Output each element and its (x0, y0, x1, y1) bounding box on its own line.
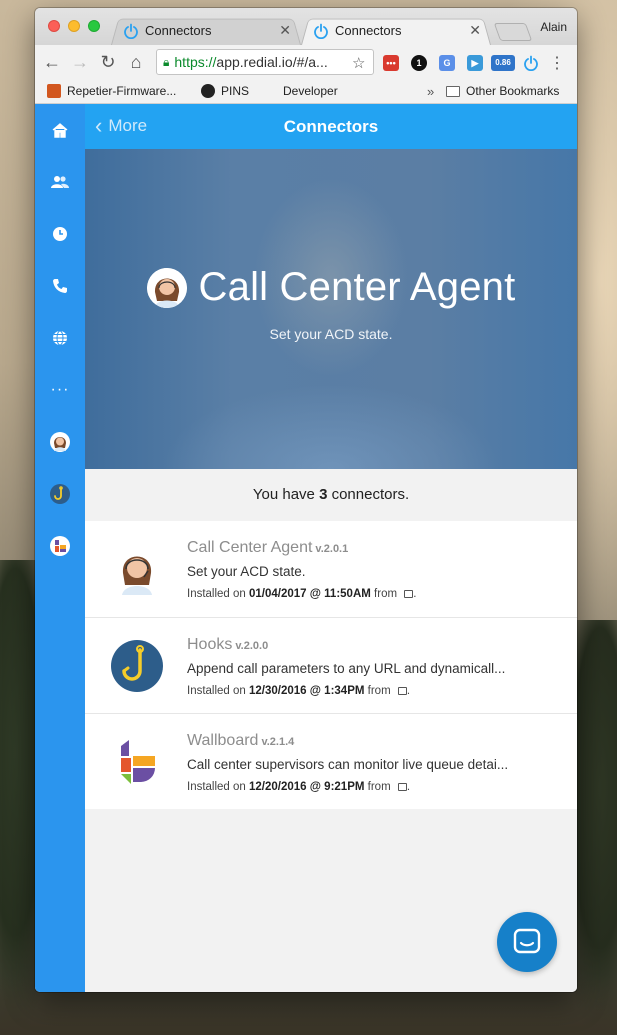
list-item[interactable]: Hooks v.2.0.0 Append call parameters to a… (85, 617, 577, 713)
app-content: ··· ‹ More Connectors Call Center Agent (35, 104, 577, 992)
extension-1password-icon[interactable]: 1 (411, 55, 427, 71)
agent-avatar-icon (122, 556, 152, 595)
store-bag-icon (397, 687, 407, 695)
sidebar-item-agent[interactable] (50, 432, 70, 452)
connector-version: v.2.0.1 (315, 543, 349, 555)
close-tab-icon[interactable]: ✕ (279, 22, 291, 39)
extension-lastpass-icon[interactable]: ••• (383, 55, 399, 71)
sidebar-item-hooks[interactable] (50, 484, 70, 504)
bookmark-developer[interactable]: Developer (263, 84, 338, 98)
more-icon: ··· (50, 381, 70, 398)
zoom-window-button[interactable] (88, 20, 100, 32)
sidebar-item-more[interactable]: ··· (50, 380, 70, 400)
close-tab-icon[interactable]: ✕ (469, 22, 481, 39)
connector-list: Call Center Agent v.2.0.1 Set your ACD st… (85, 521, 577, 809)
repetier-icon (47, 84, 61, 98)
connector-installed: Installed on 01/04/2017 @ 11:50AM from . (187, 588, 417, 600)
connector-version: v.2.1.4 (261, 736, 295, 748)
hero-title: Call Center Agent (198, 265, 516, 309)
store-bag-icon (404, 590, 414, 598)
power-icon (314, 23, 328, 39)
lock-icon: 🔒︎ (163, 54, 170, 69)
phone-icon (53, 279, 67, 293)
hooks-icon (111, 640, 163, 692)
home-icon (52, 123, 68, 138)
globe-icon (53, 330, 67, 346)
extension-power-icon[interactable] (523, 55, 539, 72)
close-window-button[interactable] (48, 20, 60, 32)
connector-description: Call center supervisors can monitor live… (187, 757, 509, 772)
browser-window: Connectors ✕ Connectors ✕ Alain ← → ↻ ⌂ … (35, 8, 577, 992)
bookmarks-bar: Repetier-Firmware... PINS Developer » Ot… (35, 78, 577, 104)
bookmarks-overflow-icon[interactable]: » (427, 84, 434, 99)
hero-subtitle: Set your ACD state. (269, 326, 393, 342)
extension-translate-icon[interactable]: G (439, 55, 455, 71)
hero-banner: Call Center Agent Set your ACD state. (85, 149, 577, 469)
connector-name: Call Center Agent v.2.0.1 (187, 539, 349, 556)
github-icon (201, 84, 215, 98)
browser-tab-1[interactable]: Connectors ✕ (111, 16, 301, 45)
clock-icon (53, 227, 67, 241)
connector-description: Set your ACD state. (187, 564, 306, 579)
connector-description: Append call parameters to any URL and dy… (187, 661, 506, 676)
connector-version: v.2.0.0 (235, 640, 269, 652)
sidebar: ··· (35, 104, 85, 992)
connector-name: Wallboard v.2.1.4 (187, 732, 295, 749)
reload-icon[interactable]: ↻ (97, 51, 119, 73)
tab-title: Connectors (145, 23, 212, 38)
back-arrow-icon[interactable]: ← (41, 51, 63, 73)
connector-installed: Installed on 12/30/2016 @ 1:34PM from . (187, 685, 411, 697)
browser-menu-icon[interactable]: ⋮ (549, 53, 565, 73)
folder-icon (446, 85, 460, 97)
new-tab-button[interactable] (493, 23, 533, 41)
sidebar-item-contacts[interactable] (50, 172, 70, 192)
bookmark-other[interactable]: Other Bookmarks (446, 84, 559, 98)
home-icon[interactable]: ⌂ (125, 51, 147, 73)
list-item[interactable]: Wallboard v.2.1.4 Call center supervisors… (85, 713, 577, 809)
sidebar-item-phone[interactable] (50, 276, 70, 296)
connector-name: Hooks v.2.0.0 (187, 636, 269, 653)
tab-title: Connectors (335, 23, 402, 38)
app-topbar: ‹ More Connectors (85, 104, 577, 149)
connector-count: You have 3 connectors. (85, 469, 577, 521)
sidebar-item-web[interactable] (50, 328, 70, 348)
address-bar[interactable]: 🔒︎ https://app.redial.io/#/a... (156, 49, 374, 75)
forward-arrow-icon[interactable]: → (69, 51, 91, 73)
hero-title-row: Call Center Agent (85, 265, 577, 310)
agent-avatar-icon (146, 267, 187, 308)
wallboard-icon (50, 536, 70, 556)
sidebar-item-wallboard[interactable] (50, 536, 70, 556)
page-title: Connectors (283, 117, 379, 136)
tab-strip: Connectors ✕ Connectors ✕ Alain (35, 8, 577, 45)
browser-toolbar: ← → ↻ ⌂ 🔒︎ https://app.redial.io/#/a... … (35, 45, 577, 78)
apple-icon (263, 84, 277, 98)
hooks-icon (50, 484, 70, 504)
bookmark-repetier[interactable]: Repetier-Firmware... (47, 84, 176, 98)
browser-tab-2[interactable]: Connectors ✕ (301, 16, 491, 45)
agent-avatar-icon (50, 432, 70, 452)
list-item[interactable]: Call Center Agent v.2.0.1 Set your ACD st… (85, 521, 577, 617)
extension-meter-icon[interactable]: 0.86 (491, 55, 515, 71)
contacts-icon (51, 176, 69, 188)
minimize-window-button[interactable] (68, 20, 80, 32)
bookmark-star-icon[interactable]: ☆ (352, 54, 365, 72)
wallboard-icon (121, 740, 155, 784)
sidebar-item-home[interactable] (50, 120, 70, 140)
sidebar-item-history[interactable] (50, 224, 70, 244)
power-icon (124, 23, 138, 39)
chat-bubble-icon (513, 928, 541, 954)
bookmark-pins[interactable]: PINS (201, 84, 249, 98)
profile-name[interactable]: Alain (540, 20, 567, 34)
chat-button[interactable] (497, 912, 557, 972)
connector-installed: Installed on 12/20/2016 @ 9:21PM from . (187, 781, 411, 793)
store-bag-icon (397, 783, 407, 791)
extension-cast-icon[interactable]: ▶ (467, 55, 483, 71)
